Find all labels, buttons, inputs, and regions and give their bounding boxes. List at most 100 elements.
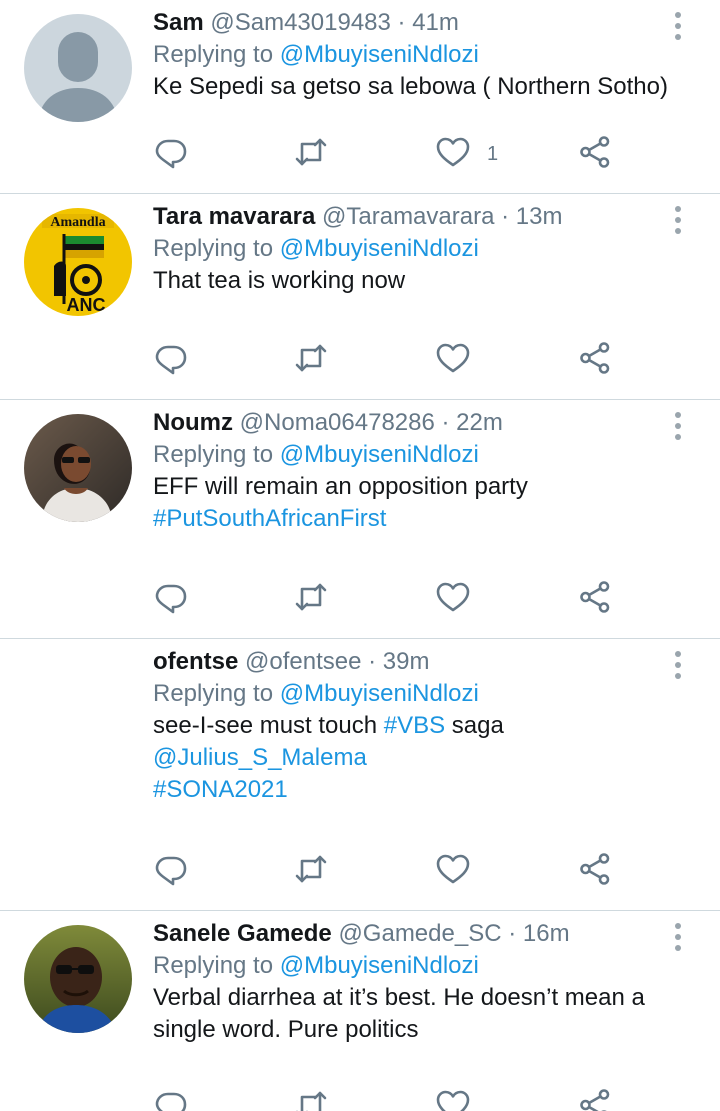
tweet-link[interactable]: #VBS <box>384 712 445 739</box>
replying-to-label: Replying to <box>153 235 274 262</box>
like-button[interactable] <box>435 579 471 619</box>
like-icon <box>435 340 471 381</box>
retweet-button[interactable] <box>293 851 329 891</box>
tweet-card[interactable]: Sanele Gamede @Gamede_SC · 16m Replying t… <box>0 911 720 1111</box>
tweet-header: Sanele Gamede @Gamede_SC · 16m <box>153 918 666 950</box>
tweet-body: Sam @Sam43019483 · 41m Replying to @Mbuyi… <box>153 7 668 103</box>
reply-button[interactable] <box>153 1087 189 1111</box>
tweet-timestamp[interactable]: · 13m <box>501 203 562 230</box>
replying-to-handle[interactable]: @MbuyiseniNdlozi <box>280 235 479 262</box>
more-vertical-icon[interactable] <box>666 410 690 442</box>
tweet-text-line: @Julius_S_Malema <box>153 742 666 774</box>
more-vertical-icon[interactable] <box>666 921 690 953</box>
share-button[interactable] <box>577 579 613 619</box>
reply-icon <box>153 851 189 892</box>
tweet-text-line: see-I-see must touch #VBS saga <box>153 710 666 742</box>
tweet-text-line: #SONA2021 <box>153 774 666 806</box>
like-button[interactable]: 1 <box>435 134 498 174</box>
retweet-icon <box>293 579 329 620</box>
share-button[interactable] <box>577 1087 613 1111</box>
tweet-timestamp[interactable]: · 41m <box>398 9 459 36</box>
author-handle[interactable]: @Noma06478286 <box>240 409 435 436</box>
share-icon <box>577 851 613 892</box>
reply-button[interactable] <box>153 134 189 174</box>
tweet-card[interactable]: Noumz @Noma06478286 · 22m Replying to @Mb… <box>0 400 720 639</box>
tweet-text-line: #PutSouthAfricanFirst <box>153 503 666 535</box>
tweet-link[interactable]: @Julius_S_Malema <box>153 744 367 771</box>
like-icon <box>435 579 471 620</box>
tweet-link[interactable]: #SONA2021 <box>153 776 288 803</box>
replying-to-handle[interactable]: @MbuyiseniNdlozi <box>280 680 479 707</box>
share-button[interactable] <box>577 134 613 174</box>
like-icon <box>435 134 471 175</box>
like-button[interactable] <box>435 1087 471 1111</box>
svg-text:ANC: ANC <box>67 295 106 315</box>
more-vertical-icon[interactable] <box>666 10 690 42</box>
tweet-text: EFF will remain an opposition party <box>153 473 528 500</box>
replying-to-handle[interactable]: @MbuyiseniNdlozi <box>280 952 479 979</box>
more-vertical-icon[interactable] <box>666 204 690 236</box>
tweet-header: ofentse @ofentsee · 39m <box>153 646 666 678</box>
avatar[interactable] <box>24 414 132 522</box>
replying-to: Replying to @MbuyiseniNdlozi <box>153 39 666 71</box>
replying-to-handle[interactable]: @MbuyiseniNdlozi <box>280 441 479 468</box>
reply-icon <box>153 579 189 620</box>
author-name[interactable]: Sanele Gamede <box>153 920 332 947</box>
like-icon <box>435 1087 471 1111</box>
tweet-text: single word. Pure politics <box>153 1016 419 1043</box>
reply-icon <box>153 340 189 381</box>
retweet-button[interactable] <box>293 134 329 174</box>
tweet-header: Noumz @Noma06478286 · 22m <box>153 407 666 439</box>
replying-to: Replying to @MbuyiseniNdlozi <box>153 950 666 982</box>
tweet-card[interactable]: Sam @Sam43019483 · 41m Replying to @Mbuyi… <box>0 0 720 194</box>
author-name[interactable]: ofentse <box>153 648 238 675</box>
tweet-timestamp[interactable]: · 22m <box>442 409 503 436</box>
tweet-card[interactable]: ofentse @ofentsee · 39m Replying to @Mbuy… <box>0 639 720 911</box>
tweet-timestamp[interactable]: · 39m <box>368 648 429 675</box>
author-name[interactable]: Sam <box>153 9 204 36</box>
tweet-text-line: single word. Pure politics <box>153 1014 666 1046</box>
share-icon <box>577 1087 613 1111</box>
avatar[interactable] <box>24 14 132 122</box>
tweet-text-line: EFF will remain an opposition party <box>153 471 666 503</box>
replying-to-label: Replying to <box>153 41 274 68</box>
tweet-body: Sanele Gamede @Gamede_SC · 16m Replying t… <box>153 918 666 1046</box>
retweet-button[interactable] <box>293 1087 329 1111</box>
like-button[interactable] <box>435 851 471 891</box>
tweet-card[interactable]: Amandla ANC Tara mavarara @Taramavarara · … <box>0 194 720 400</box>
author-name[interactable]: Noumz <box>153 409 233 436</box>
tweet-actions <box>153 340 623 380</box>
retweet-button[interactable] <box>293 340 329 380</box>
avatar[interactable] <box>24 925 132 1033</box>
author-name[interactable]: Tara mavarara <box>153 203 315 230</box>
reply-button[interactable] <box>153 340 189 380</box>
retweet-button[interactable] <box>293 579 329 619</box>
tweet-timestamp[interactable]: · 16m <box>508 920 569 947</box>
author-handle[interactable]: @Gamede_SC <box>338 920 501 947</box>
tweet-text-line: That tea is working now <box>153 265 666 297</box>
tweet-text-line: Ke Sepedi sa getso sa lebowa ( Northern … <box>153 71 668 103</box>
tweet-body: Noumz @Noma06478286 · 22m Replying to @Mb… <box>153 407 666 535</box>
like-button[interactable] <box>435 340 471 380</box>
tweet-text: saga <box>445 712 504 739</box>
share-button[interactable] <box>577 851 613 891</box>
reply-button[interactable] <box>153 579 189 619</box>
retweet-icon <box>293 340 329 381</box>
replying-to-handle[interactable]: @MbuyiseniNdlozi <box>280 41 479 68</box>
tweet-actions: 1 <box>153 134 623 174</box>
tweet-text: That tea is working now <box>153 267 406 294</box>
tweet-link[interactable]: #PutSouthAfricanFirst <box>153 505 386 532</box>
more-vertical-icon[interactable] <box>666 649 690 681</box>
author-handle[interactable]: @Sam43019483 <box>210 9 391 36</box>
tweet-text: see-I-see must touch <box>153 712 384 739</box>
tweet-text-line: Verbal diarrhea at it’s best. He doesn’t… <box>153 982 666 1014</box>
tweet-actions <box>153 579 623 619</box>
share-button[interactable] <box>577 340 613 380</box>
retweet-icon <box>293 1087 329 1111</box>
reply-button[interactable] <box>153 851 189 891</box>
avatar[interactable]: Amandla ANC <box>24 208 132 316</box>
like-icon <box>435 851 471 892</box>
author-handle[interactable]: @Taramavarara <box>322 203 494 230</box>
author-handle[interactable]: @ofentsee <box>245 648 361 675</box>
tweet-body: ofentse @ofentsee · 39m Replying to @Mbuy… <box>153 646 666 806</box>
